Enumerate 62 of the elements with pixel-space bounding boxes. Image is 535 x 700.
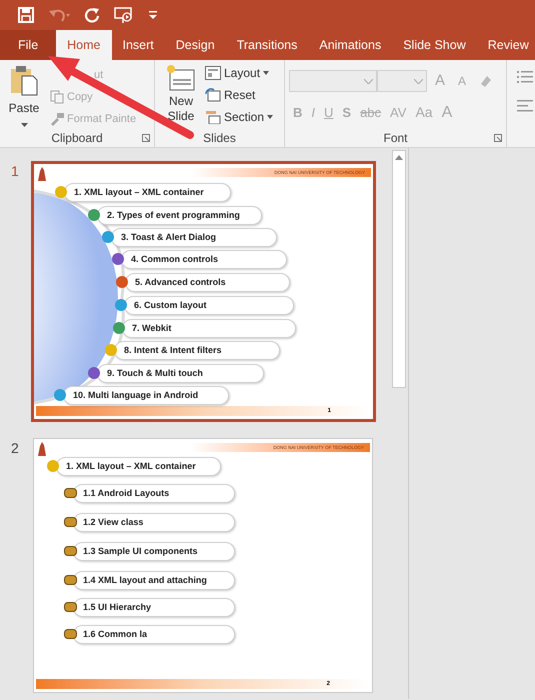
slide-bullet: 1.3 Sample UI components [73, 542, 235, 561]
slide-bullet: 1. XML layout – XML container [56, 457, 221, 476]
caret-icon [267, 115, 274, 119]
caret-icon [263, 71, 270, 75]
slide-thumbnail[interactable] [31, 161, 376, 422]
chevron-down-icon [364, 78, 373, 84]
section-icon [205, 110, 221, 124]
ribbon-tab[interactable]: Review [476, 30, 535, 60]
layout-icon [205, 66, 221, 80]
slide-bullet: 8. Intent & Intent filters [114, 341, 280, 360]
presentation-icon[interactable] [114, 6, 134, 24]
font-size-field[interactable] [377, 70, 427, 92]
ribbon-tab[interactable]: Design [164, 30, 226, 60]
ribbon-command[interactable]: Section [205, 108, 274, 126]
slide-bullet: 1.1 Android Layouts [73, 484, 235, 503]
slide-bullet: 1.5 UI Hierarchy [73, 598, 235, 617]
group-label: Clipboard [51, 130, 103, 147]
dialog-launcher-icon[interactable] [494, 134, 502, 142]
ribbon-command[interactable]: Reset [205, 86, 274, 104]
painter-icon [50, 112, 64, 126]
scroll-up-icon[interactable] [395, 155, 403, 160]
logo-icon [37, 167, 47, 181]
new-slide-button[interactable]: New Slide [161, 64, 201, 129]
dialog-launcher-icon[interactable] [142, 134, 150, 142]
ribbon-tab[interactable]: Animations [308, 30, 392, 60]
ribbon-tab[interactable]: Transitions [226, 30, 308, 60]
ribbon-tab[interactable]: Slide Show [392, 30, 477, 60]
slide-bullet: 1.6 Common la [73, 625, 235, 644]
align-left-icon[interactable] [517, 100, 533, 112]
bullet-list-icon[interactable] [517, 70, 533, 84]
file-tab[interactable]: File [0, 30, 56, 60]
reset-icon [205, 88, 221, 102]
slide-bullet: 10. Multi language in Android [63, 386, 229, 405]
group-label: Font [383, 130, 408, 147]
caret-icon [20, 123, 28, 127]
font-name-field[interactable] [289, 70, 377, 92]
slide-number: 2 [10, 439, 20, 458]
ribbon-tab[interactable]: Home [56, 30, 112, 60]
new-slide-icon [166, 64, 196, 92]
ribbon-tab[interactable]: Insert [112, 30, 165, 60]
slide-bullet: 6. Custom layout [124, 296, 294, 315]
slide-bullet: 7. Webkit [122, 319, 296, 338]
slide-number: 1 [10, 162, 20, 181]
group-label: Slides [203, 130, 236, 147]
copy-icon [50, 90, 64, 104]
chevron-down-icon [414, 78, 423, 84]
slide-bullet: 5. Advanced controls [125, 273, 290, 292]
logo-icon [37, 442, 47, 456]
ribbon-command[interactable]: Layout [205, 64, 274, 82]
scrollbar[interactable] [392, 150, 406, 388]
slide-bullet: 3. Toast & Alert Dialog [111, 228, 277, 247]
refresh-icon[interactable] [84, 7, 100, 23]
clipboard-icon [9, 64, 39, 96]
slide-bullet: 4. Common controls [121, 250, 287, 269]
customize-icon[interactable] [148, 10, 158, 20]
slide-bullet: 1.2 View class [73, 513, 235, 532]
slide-bullet: 1. XML layout – XML container [64, 183, 231, 202]
slide-bullet: 9. Touch & Multi touch [97, 364, 264, 383]
paste-button[interactable]: Paste [2, 64, 46, 129]
save-icon[interactable] [18, 7, 34, 23]
slide-bullet: 2. Types of event programming [97, 206, 262, 225]
slide-bullet: 1.4 XML layout and attaching [73, 571, 235, 590]
